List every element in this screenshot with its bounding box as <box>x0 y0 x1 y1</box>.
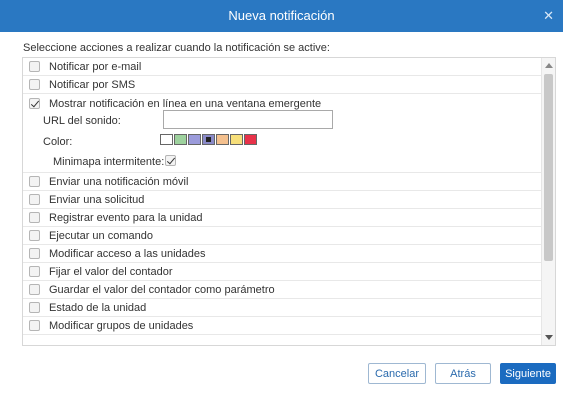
action-row-access[interactable]: Modificar acceso a las unidades <box>23 245 542 263</box>
checkbox-mobile[interactable] <box>29 176 40 187</box>
sound-url-input[interactable] <box>163 110 333 129</box>
checkbox-access[interactable] <box>29 248 40 259</box>
action-row-request[interactable]: Enviar una solicitud <box>23 191 542 209</box>
checkbox-counter[interactable] <box>29 266 40 277</box>
checkbox-popup[interactable] <box>29 98 40 109</box>
action-label: Notificar por e-mail <box>49 60 142 73</box>
checkbox-save-counter[interactable] <box>29 284 40 295</box>
action-row-save-counter[interactable]: Guardar el valor del contador como parám… <box>23 281 542 299</box>
scroll-down-icon[interactable] <box>545 335 553 340</box>
checkbox-command[interactable] <box>29 230 40 241</box>
color-swatch[interactable] <box>202 134 215 145</box>
cancel-button[interactable]: Cancelar <box>368 363 426 384</box>
action-label: Modificar acceso a las unidades <box>49 247 206 260</box>
dialog-titlebar: Nueva notificación ✕ <box>0 0 563 32</box>
minimap-label: Minimapa intermitente: <box>53 156 165 168</box>
color-label: Color: <box>43 136 73 148</box>
action-label: Modificar grupos de unidades <box>49 319 194 332</box>
checkbox-sms[interactable] <box>29 79 40 90</box>
action-row-counter[interactable]: Fijar el valor del contador <box>23 263 542 281</box>
action-label: Estado de la unidad <box>49 301 147 314</box>
action-label: Enviar una notificación móvil <box>49 175 189 188</box>
actions-list: Notificar por e-mail Notificar por SMS M… <box>22 57 556 346</box>
checkbox-unit-groups[interactable] <box>29 320 40 331</box>
action-row-popup[interactable]: Mostrar notificación en línea en una ven… <box>23 94 542 173</box>
action-label: Mostrar notificación en línea en una ven… <box>49 97 322 110</box>
next-button[interactable]: Siguiente <box>500 363 556 384</box>
action-label: Registrar evento para la unidad <box>49 211 203 224</box>
scroll-up-icon[interactable] <box>545 63 553 68</box>
back-button[interactable]: Atrás <box>435 363 491 384</box>
color-swatch[interactable] <box>174 134 187 145</box>
action-row-unit-state[interactable]: Estado de la unidad <box>23 299 542 317</box>
checkbox-minimap[interactable] <box>165 155 176 166</box>
color-swatch[interactable] <box>188 134 201 145</box>
action-row-mobile[interactable]: Enviar una notificación móvil <box>23 173 542 191</box>
color-swatches <box>160 134 258 145</box>
dialog-title: Nueva notificación <box>228 8 335 23</box>
action-row-unit-groups[interactable]: Modificar grupos de unidades <box>23 317 542 335</box>
checkbox-email[interactable] <box>29 61 40 72</box>
action-label: Enviar una solicitud <box>49 193 145 206</box>
list-scrollbar[interactable] <box>541 58 555 345</box>
action-label: Guardar el valor del contador como parám… <box>49 283 275 296</box>
action-row-email[interactable]: Notificar por e-mail <box>23 58 542 76</box>
action-label: Ejecutar un comando <box>49 229 153 242</box>
scroll-thumb[interactable] <box>544 74 553 261</box>
intro-text: Seleccione acciones a realizar cuando la… <box>23 42 330 54</box>
action-row-command[interactable]: Ejecutar un comando <box>23 227 542 245</box>
action-label: Notificar por SMS <box>49 78 136 91</box>
sound-url-label: URL del sonido: <box>43 115 121 127</box>
color-swatch[interactable] <box>244 134 257 145</box>
color-swatch[interactable] <box>160 134 173 145</box>
close-icon[interactable]: ✕ <box>543 9 554 23</box>
color-swatch[interactable] <box>230 134 243 145</box>
action-row-log-event[interactable]: Registrar evento para la unidad <box>23 209 542 227</box>
checkbox-unit-state[interactable] <box>29 302 40 313</box>
color-swatch[interactable] <box>216 134 229 145</box>
action-row-sms[interactable]: Notificar por SMS <box>23 76 542 94</box>
action-label: Fijar el valor del contador <box>49 265 173 278</box>
checkbox-request[interactable] <box>29 194 40 205</box>
checkbox-log-event[interactable] <box>29 212 40 223</box>
